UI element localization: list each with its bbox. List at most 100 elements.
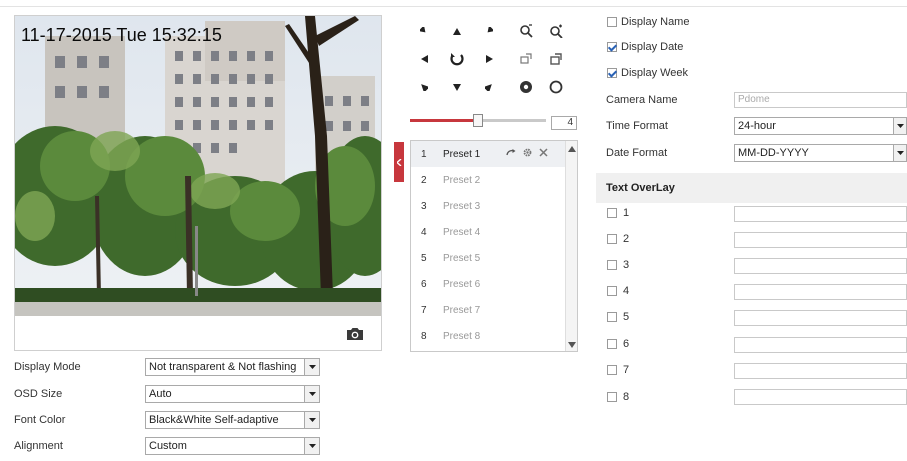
time-format-label: Time Format [606,120,668,132]
zoom-in-button[interactable] [543,19,569,43]
arrow-up-left-icon [420,27,426,33]
auto-scan-button[interactable] [444,47,470,71]
pan-down-button[interactable] [444,75,470,99]
preset-item[interactable]: 6 Preset 6 [411,271,566,297]
iris-open-icon [520,81,532,93]
focus-far-button[interactable] [543,47,569,71]
text-overlay-checkbox[interactable] [607,365,617,375]
preset-item[interactable]: 5 Preset 5 [411,245,566,271]
preset-number: 5 [421,252,427,264]
date-format-value: MM-DD-YYYY [738,147,809,159]
alignment-label: Alignment [14,440,63,452]
slider-fill [410,119,478,122]
text-overlay-checkbox[interactable] [607,312,617,322]
gear-icon[interactable] [522,147,533,161]
preset-name: Preset 5 [443,252,481,264]
text-overlay-checkbox[interactable] [607,208,617,218]
camera-icon[interactable] [345,326,365,342]
font-color-select[interactable]: Black&White Self-adaptive [145,411,320,429]
preset-name: Preset 4 [443,226,481,238]
zoom-out-button[interactable] [513,19,539,43]
text-overlay-checkbox[interactable] [607,339,617,349]
text-overlay-checkbox[interactable] [607,392,617,402]
chevron-down-icon[interactable] [304,412,319,428]
font-color-row: Font Color Black&White Self-adaptive [14,411,320,429]
time-format-select[interactable]: 24-hour [734,117,907,135]
preset-number: 3 [421,200,427,212]
text-overlay-input[interactable] [734,310,907,326]
iris-open-button[interactable] [513,75,539,99]
text-overlay-input[interactable] [734,206,907,222]
text-overlay-number: 8 [623,391,630,403]
preset-scrollbar[interactable] [565,141,577,351]
zoom-out-icon [520,24,533,38]
slider-handle[interactable] [473,114,483,127]
iris-close-icon [549,80,563,94]
text-overlay-input[interactable] [734,284,907,300]
chevron-down-icon[interactable] [304,438,319,454]
osd-size-select[interactable]: Auto [145,385,320,403]
display-week-checkbox[interactable] [607,68,617,78]
chevron-down-icon[interactable] [304,386,319,402]
text-overlay-header: Text OverLay [596,173,907,203]
text-overlay-input[interactable] [734,232,907,248]
preset-item[interactable]: 8 Preset 8 [411,323,566,349]
iris-close-button[interactable] [543,75,569,99]
preset-item[interactable]: 1 Preset 1 [411,141,566,167]
preset-name: Preset 6 [443,278,481,290]
ptz-speed-slider[interactable] [410,114,546,128]
chevron-down-icon[interactable] [893,118,906,134]
text-overlay-input[interactable] [734,337,907,353]
text-overlay-number: 2 [623,233,630,245]
preset-actions [506,147,548,161]
text-overlay-input[interactable] [734,363,907,379]
camera-name-input[interactable]: Pdome [734,92,907,108]
pan-right-button[interactable] [476,47,502,71]
preset-name: Preset 3 [443,200,481,212]
pan-up-button[interactable] [444,19,470,43]
preset-item[interactable]: 7 Preset 7 [411,297,566,323]
text-overlay-checkbox[interactable] [607,260,617,270]
scroll-down-icon[interactable] [568,339,576,348]
live-video-preview[interactable]: 11-17-2015 Tue 15:32:15 [14,15,382,351]
display-mode-select[interactable]: Not transparent & Not flashing [145,358,320,376]
text-overlay-number: 3 [623,259,630,271]
preset-name: Preset 1 [443,148,481,160]
collapse-panel-tab[interactable] [394,142,404,182]
alignment-row: Alignment Custom [14,437,320,455]
pan-up-left-button[interactable] [411,19,437,43]
text-overlay-checkbox[interactable] [607,234,617,244]
ptz-speed-value: 4 [551,116,577,130]
preset-number: 2 [421,174,427,186]
pan-up-right-button[interactable] [476,19,502,43]
preset-item[interactable]: 2 Preset 2 [411,167,566,193]
alignment-value: Custom [149,440,187,452]
display-date-checkbox[interactable] [607,42,617,52]
scroll-up-icon[interactable] [568,143,576,152]
preset-item[interactable]: 4 Preset 4 [411,219,566,245]
text-overlay-checkbox[interactable] [607,286,617,296]
preset-item[interactable]: 3 Preset 3 [411,193,566,219]
chevron-down-icon[interactable] [893,145,906,161]
text-overlay-input[interactable] [734,389,907,405]
alignment-select[interactable]: Custom [145,437,320,455]
time-format-value: 24-hour [738,120,776,132]
arrow-down-right-icon [485,84,492,91]
focus-near-button[interactable] [513,47,539,71]
refresh-icon [450,53,464,66]
delete-icon[interactable] [539,148,548,160]
text-overlay-input[interactable] [734,258,907,274]
osd-date-time-overlay[interactable]: 11-17-2015 Tue 15:32:15 [21,25,222,46]
pan-down-right-button[interactable] [476,75,502,99]
call-preset-icon[interactable] [506,148,516,160]
arrow-left-icon [420,55,428,63]
chevron-down-icon[interactable] [304,359,319,375]
arrow-up-icon [453,27,461,35]
display-name-checkbox[interactable] [607,17,617,27]
preset-number: 1 [421,148,427,160]
pan-left-button[interactable] [411,47,437,71]
pan-down-left-button[interactable] [411,75,437,99]
preset-name: Preset 8 [443,330,481,342]
date-format-select[interactable]: MM-DD-YYYY [734,144,907,162]
display-mode-row: Display Mode Not transparent & Not flash… [14,358,320,376]
